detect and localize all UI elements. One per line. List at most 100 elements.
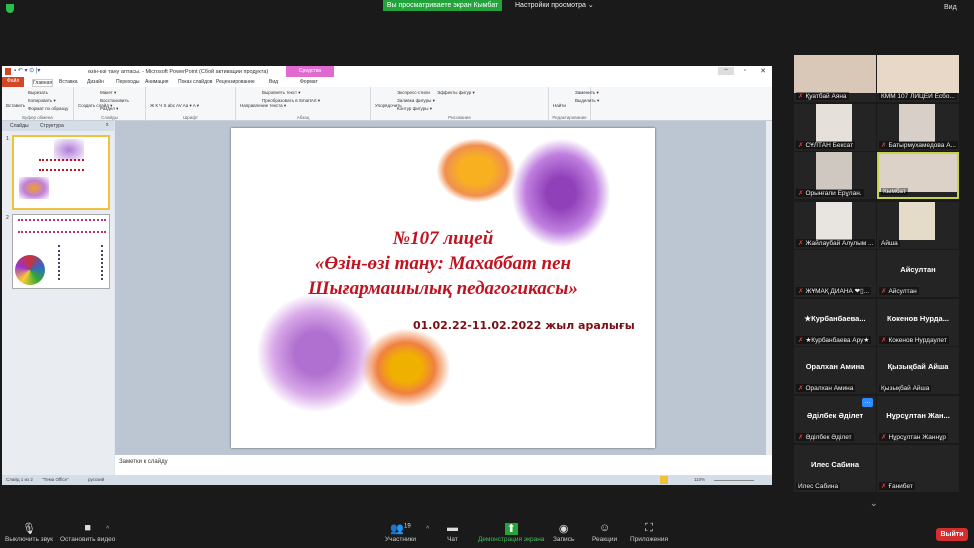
tab-slides[interactable]: Слайды (10, 123, 29, 129)
close-button[interactable]: ✕ (760, 67, 766, 75)
view-button[interactable]: Вид (944, 4, 957, 11)
ribbon-command[interactable]: Выровнять текст ▾ (262, 90, 301, 96)
toolbar-label: Выключить звук (5, 536, 54, 543)
participant-name: ✗ Айсултан (879, 287, 919, 295)
participant-display-name: Оралхан Амина (805, 362, 865, 371)
minimize-button[interactable]: – (718, 67, 734, 75)
participant-tile[interactable]: Айша (877, 202, 959, 249)
quick-access-toolbar[interactable]: ▪ ↶ ▾ ⊙ |▾ (14, 67, 40, 74)
ribbon-command[interactable]: Контур фигуры ▾ (397, 106, 432, 112)
caret-up-icon[interactable]: ^ (426, 526, 429, 533)
tab-3[interactable]: Дизайн (87, 79, 104, 85)
tab-9[interactable]: Формат (300, 79, 318, 85)
leave-button[interactable]: Выйти (936, 528, 968, 541)
participants-button[interactable]: 👥19 Участники (385, 522, 416, 543)
chevron-down-icon[interactable]: ⌄ (870, 498, 878, 509)
participant-name-text: ★Курбанбаева Ару★ (805, 337, 870, 344)
participant-name: ✗ Қуатбай Аяна (796, 92, 849, 100)
pane-tabs: Слайды Структура x (2, 121, 114, 131)
tab-0[interactable]: Файл (2, 77, 25, 87)
ribbon-command[interactable]: Копировать ▾ (28, 98, 56, 104)
yellow-flowers-image (361, 328, 451, 408)
record-button[interactable]: ◉ Запись (553, 522, 574, 543)
participant-name-text: Қызықбай Айша (881, 385, 930, 392)
participant-tile[interactable]: Оралхан Амина ✗ Оралхан Амина (794, 347, 876, 394)
ribbon-group-label: Шрифт (183, 115, 198, 120)
participant-tile[interactable]: ★Курбанбаева... ✗ ★Курбанбаева Ару★ (794, 299, 876, 346)
ribbon-command[interactable]: Заменить ▾ (575, 90, 599, 96)
normal-view-icon[interactable] (660, 476, 668, 484)
ribbon-command[interactable]: Заливка фигуры ▾ (397, 98, 435, 104)
toolbar-label: Демонстрация экрана (478, 536, 545, 543)
participant-name-text: Илес Сабина (798, 483, 839, 490)
notes-field[interactable]: Заметки к слайду (115, 455, 772, 475)
ribbon-command[interactable]: Вырезать (28, 90, 48, 95)
reactions-button[interactable]: ☺ Реакции (592, 522, 617, 543)
caret-up-icon[interactable]: ^ (26, 526, 29, 533)
participant-tile[interactable]: ✗ Қуатбай Аяна (794, 55, 876, 102)
participant-tile[interactable]: КММ 107 ЛИЦЕЙ Есбо... (877, 55, 959, 102)
tab-5[interactable]: Анимация (145, 79, 168, 85)
diagram-preview (15, 255, 45, 285)
language[interactable]: русский (88, 477, 104, 482)
participant-tile[interactable]: Кокенов Нурда... ✗ Кокенов Нурдаулет (877, 299, 959, 346)
ribbon-command[interactable]: Ж К Ч S abc AV Aa ▾ A ▾ (150, 103, 199, 109)
slide-thumbnail-2[interactable] (12, 214, 110, 289)
tab-8[interactable]: Вид (269, 79, 278, 85)
tab-6[interactable]: Показ слайдов (178, 79, 212, 85)
close-pane-icon[interactable]: x (106, 122, 109, 128)
participant-tile[interactable]: ✗ ЖҰМАҚ ДИАНА ❤▯... (794, 250, 876, 297)
ribbon-command[interactable]: Выделить ▾ (575, 98, 599, 104)
participant-tile[interactable]: ✗ Орынғали Ерұлан. (794, 152, 876, 199)
participant-tile[interactable]: Кымбат (877, 152, 959, 199)
participant-tile[interactable]: Нұрсұлтан Жан... ✗ Нұрсұлтан Жаннұр (877, 396, 959, 443)
current-slide[interactable]: №107 лицей «Өзін-өзі тану: Махаббат пен … (231, 128, 655, 448)
participants-icon: 👥19 (390, 523, 411, 535)
ribbon-command[interactable]: Преобразовать в SmartArt ▾ (262, 98, 320, 104)
participant-tile[interactable]: Қызықбай Айша Қызықбай Айша (877, 347, 959, 394)
context-tab-drawing-tools: Средства рисования (286, 66, 334, 85)
ribbon-command[interactable]: Экспресс-стили (397, 90, 430, 95)
ribbon-command[interactable]: Макет ▾ (100, 90, 116, 96)
participant-tile[interactable]: ✗ СҰЛТАН Бексат (794, 104, 876, 151)
vertical-scrollbar[interactable] (766, 121, 772, 455)
zoom-slider[interactable] (714, 480, 754, 481)
participant-tile[interactable]: ✗ Жайлаубай Алулым ... (794, 202, 876, 249)
muted-microphone-icon: ✗ (798, 434, 804, 441)
caret-up-icon[interactable]: ^ (106, 526, 109, 533)
muted-microphone-icon: ✗ (881, 483, 887, 490)
muted-microphone-icon: ✗ (798, 288, 804, 295)
encryption-shield-icon[interactable] (6, 4, 14, 13)
participant-tile[interactable]: Илес Сабина Илес Сабина (794, 445, 876, 492)
tab-2[interactable]: Вставка (59, 79, 78, 85)
title-preview (39, 159, 84, 171)
status-bar: Слайд 1 из 2 "Тема Office" русский 110% (2, 475, 772, 485)
participant-tile[interactable]: ✗ Ғанибет (877, 445, 959, 492)
tab-1[interactable]: Главная (32, 79, 54, 87)
flower-image (54, 139, 84, 161)
toolbar-label: Приложения (630, 536, 669, 543)
ribbon-command[interactable]: Найти (553, 103, 566, 108)
restore-button[interactable]: ▫ (744, 68, 746, 74)
toolbar-label: Остановить видео (60, 536, 116, 543)
apps-button[interactable]: ⛶ Приложения (630, 522, 668, 543)
participant-tile[interactable]: Айсултан ✗ Айсултан (877, 250, 959, 297)
ribbon-command[interactable]: Вставить (6, 103, 25, 108)
participant-tile[interactable]: ✗ Батырмухамедова А... (877, 104, 959, 151)
tab-outline[interactable]: Структура (40, 123, 64, 129)
slide-thumbnail-1[interactable] (12, 135, 110, 210)
view-options-button[interactable]: Настройки просмотра ⌄ (515, 1, 594, 9)
ribbon-command[interactable]: Восстановить (100, 98, 129, 103)
theme-name: "Тема Office" (42, 477, 69, 482)
share-screen-button[interactable]: ⬆ Демонстрация экрана (478, 522, 544, 543)
ribbon-command[interactable]: Формат по образцу (28, 106, 68, 111)
tab-4[interactable]: Переходы (116, 79, 139, 85)
participant-name: Қызықбай Айша (879, 385, 932, 392)
ribbon-command[interactable]: Эффекты фигур ▾ (437, 90, 475, 96)
chat-button[interactable]: ▬ Чат (447, 522, 458, 543)
tab-7[interactable]: Рецензирование (216, 79, 255, 85)
zoom-level[interactable]: 110% (694, 477, 705, 482)
ribbon-command[interactable]: Раздел ▾ (100, 106, 118, 112)
more-options-icon[interactable]: … (862, 398, 873, 407)
participant-name-text: Әділбек Әділет (805, 434, 852, 441)
